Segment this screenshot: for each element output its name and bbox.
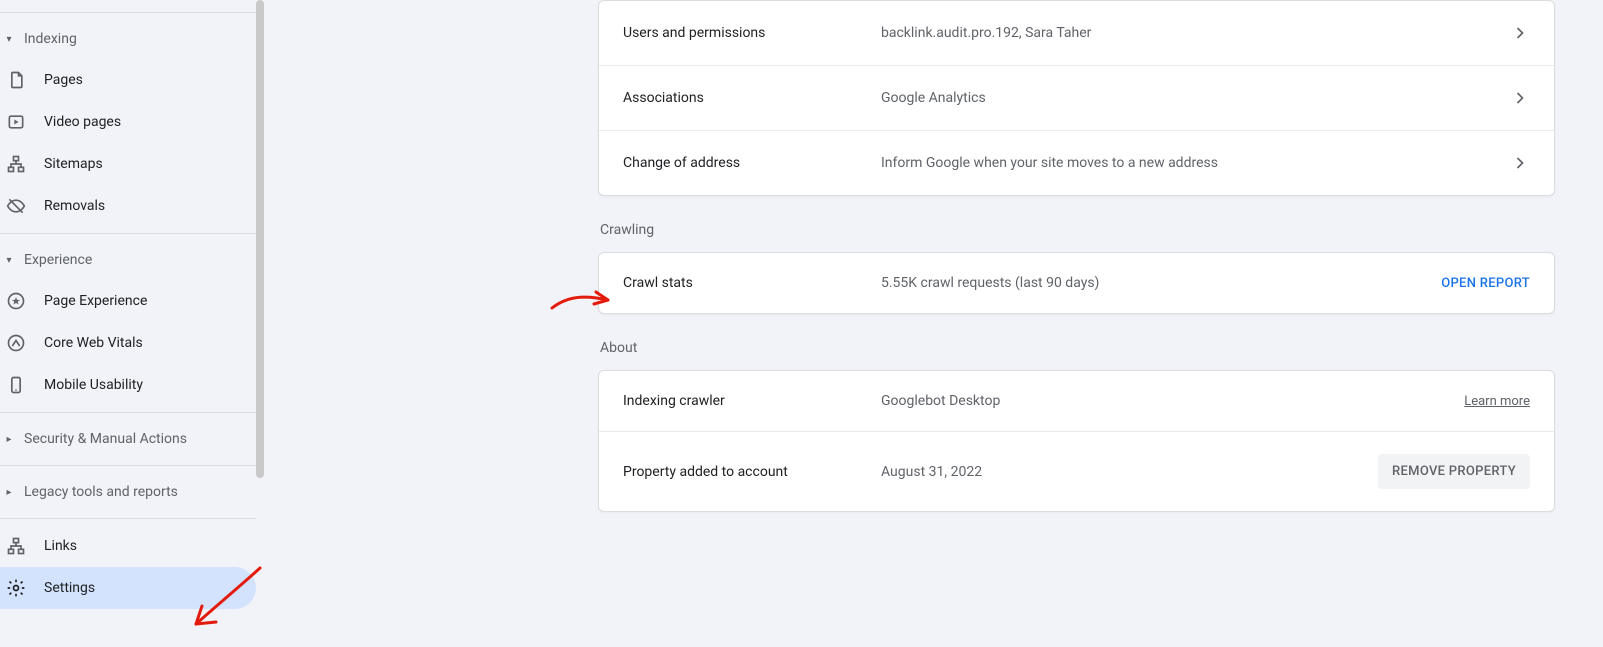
sidebar-divider	[0, 518, 256, 519]
nav-label: Mobile Usability	[44, 377, 143, 393]
nav-label: Pages	[44, 72, 83, 88]
caret-right-icon: ▸	[4, 487, 14, 498]
sidebar-item-settings[interactable]: Settings	[0, 567, 256, 609]
section-title-about: About	[600, 340, 1555, 356]
section-label: Legacy tools and reports	[24, 484, 178, 500]
sidebar-item-mobile-usability[interactable]: Mobile Usability	[0, 364, 256, 406]
sidebar: ▾ Indexing Pages Video pages Sitemaps Re…	[0, 0, 256, 647]
nav-label: Page Experience	[44, 293, 147, 309]
sidebar-item-core-web-vitals[interactable]: Core Web Vitals	[0, 322, 256, 364]
mobile-usability-icon	[6, 375, 26, 395]
row-value: backlink.audit.pro.192, Sara Taher	[881, 25, 1510, 41]
nav-label: Links	[44, 538, 77, 554]
row-associations[interactable]: Associations Google Analytics	[599, 65, 1554, 130]
row-chevron	[1510, 23, 1530, 43]
row-label: Indexing crawler	[623, 393, 881, 409]
core-web-vitals-icon	[6, 333, 26, 353]
section-label: Security & Manual Actions	[24, 431, 187, 447]
removals-icon	[6, 196, 26, 216]
sidebar-scrollbar[interactable]	[256, 0, 264, 478]
row-value: 5.55K crawl requests (last 90 days)	[881, 275, 1441, 291]
row-label: Crawl stats	[623, 275, 881, 291]
section-label: Indexing	[24, 31, 77, 47]
chevron-right-icon	[1510, 153, 1530, 173]
row-chevron	[1510, 88, 1530, 108]
main-content: Users and permissions backlink.audit.pro…	[598, 0, 1555, 512]
page-experience-icon	[6, 291, 26, 311]
sidebar-divider	[0, 12, 256, 13]
video-pages-icon	[6, 112, 26, 132]
sidebar-item-removals[interactable]: Removals	[0, 185, 256, 227]
section-label: Experience	[24, 252, 92, 268]
section-title-crawling: Crawling	[600, 222, 1555, 238]
learn-more-link[interactable]: Learn more	[1464, 394, 1530, 409]
remove-property-button[interactable]: REMOVE PROPERTY	[1378, 454, 1530, 489]
nav-label: Removals	[44, 198, 105, 214]
row-label: Property added to account	[623, 464, 881, 480]
sidebar-section-indexing[interactable]: ▾ Indexing	[0, 19, 256, 59]
sidebar-divider	[0, 233, 256, 234]
nav-label: Core Web Vitals	[44, 335, 143, 351]
row-value: Googlebot Desktop	[881, 393, 1464, 409]
row-indexing-crawler: Indexing crawler Googlebot Desktop Learn…	[599, 371, 1554, 431]
sidebar-item-pages[interactable]: Pages	[0, 59, 256, 101]
sidebar-section-experience[interactable]: ▾ Experience	[0, 240, 256, 280]
row-change-address[interactable]: Change of address Inform Google when you…	[599, 130, 1554, 195]
chevron-right-icon	[1510, 23, 1530, 43]
row-value: August 31, 2022	[881, 464, 1378, 480]
chevron-right-icon	[1510, 88, 1530, 108]
caret-right-icon: ▸	[4, 434, 14, 445]
sidebar-item-video-pages[interactable]: Video pages	[0, 101, 256, 143]
caret-down-icon: ▾	[4, 255, 14, 266]
links-icon	[6, 536, 26, 556]
row-label: Associations	[623, 90, 881, 106]
nav-label: Video pages	[44, 114, 121, 130]
sidebar-divider	[0, 412, 256, 413]
sidebar-section-security[interactable]: ▸ Security & Manual Actions	[0, 419, 256, 459]
caret-down-icon: ▾	[4, 34, 14, 45]
sidebar-item-sitemaps[interactable]: Sitemaps	[0, 143, 256, 185]
row-property-added: Property added to account August 31, 202…	[599, 431, 1554, 511]
row-chevron	[1510, 153, 1530, 173]
row-value: Inform Google when your site moves to a …	[881, 155, 1510, 171]
sidebar-item-page-experience[interactable]: Page Experience	[0, 280, 256, 322]
nav-label: Settings	[44, 580, 95, 596]
row-users-permissions[interactable]: Users and permissions backlink.audit.pro…	[599, 1, 1554, 65]
row-crawl-stats[interactable]: Crawl stats 5.55K crawl requests (last 9…	[599, 253, 1554, 313]
crawling-card: Crawl stats 5.55K crawl requests (last 9…	[598, 252, 1555, 314]
nav-label: Sitemaps	[44, 156, 103, 172]
sidebar-divider	[0, 465, 256, 466]
general-card: Users and permissions backlink.audit.pro…	[598, 0, 1555, 196]
gear-icon	[6, 578, 26, 598]
row-label: Users and permissions	[623, 25, 881, 41]
about-card: Indexing crawler Googlebot Desktop Learn…	[598, 370, 1555, 512]
sidebar-item-links[interactable]: Links	[0, 525, 256, 567]
row-label: Change of address	[623, 155, 881, 171]
row-value: Google Analytics	[881, 90, 1510, 106]
pages-icon	[6, 70, 26, 90]
sidebar-section-legacy[interactable]: ▸ Legacy tools and reports	[0, 472, 256, 512]
sitemaps-icon	[6, 154, 26, 174]
open-report-link[interactable]: OPEN REPORT	[1441, 276, 1530, 291]
